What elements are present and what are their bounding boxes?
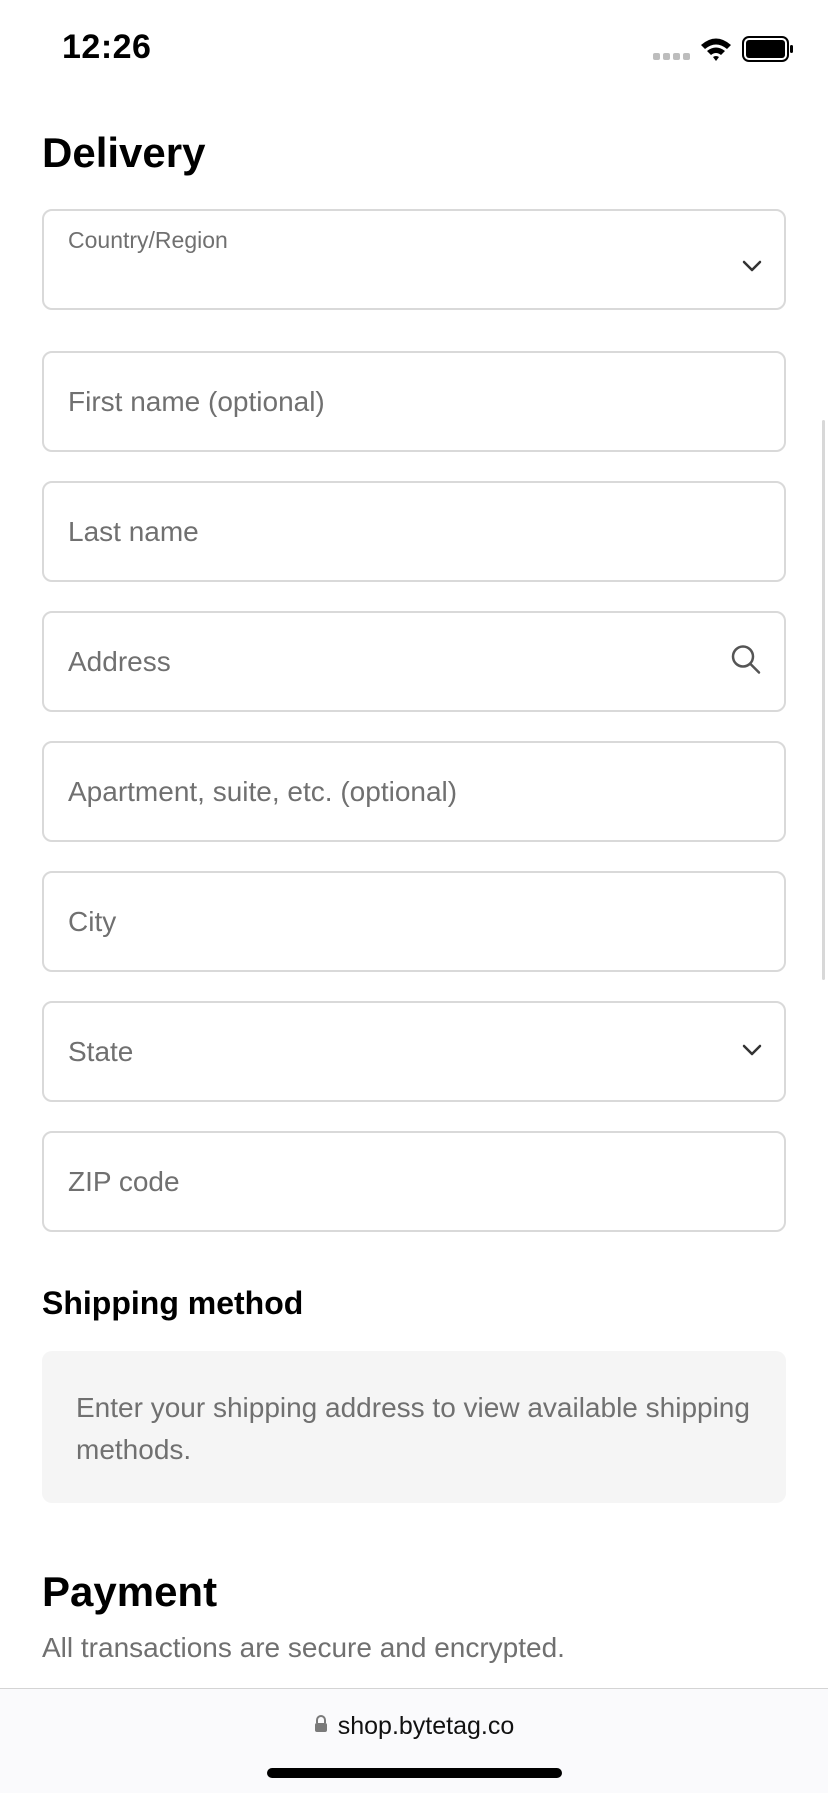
zip-code-field[interactable]: ZIP code: [42, 1131, 786, 1232]
address-placeholder: Address: [68, 645, 171, 677]
first-name-placeholder: First name (optional): [68, 385, 325, 417]
chevron-down-icon: [742, 1043, 762, 1061]
battery-icon: [742, 36, 794, 67]
chevron-down-icon: [742, 259, 762, 277]
state-placeholder: State: [68, 1035, 134, 1067]
city-field[interactable]: City: [42, 871, 786, 972]
cellular-signal-icon: [653, 53, 690, 60]
scroll-indicator[interactable]: [822, 420, 825, 980]
city-placeholder: City: [68, 905, 117, 937]
shipping-notice: Enter your shipping address to view avai…: [42, 1351, 786, 1503]
wifi-icon: [699, 36, 733, 67]
browser-bottom-bar: shop.bytetag.co: [0, 1688, 828, 1793]
search-icon[interactable]: [730, 643, 762, 680]
apartment-field[interactable]: Apartment, suite, etc. (optional): [42, 741, 786, 842]
payment-title: Payment: [42, 1568, 218, 1615]
apartment-placeholder: Apartment, suite, etc. (optional): [68, 775, 458, 807]
country-region-label: Country/Region: [68, 227, 228, 253]
zip-code-placeholder: ZIP code: [68, 1165, 180, 1197]
last-name-placeholder: Last name: [68, 515, 199, 547]
delivery-title: Delivery: [42, 129, 206, 176]
shipping-method-title: Shipping method: [42, 1285, 304, 1321]
status-bar: 12:26: [0, 0, 828, 100]
status-time: 12:26: [62, 28, 152, 66]
home-indicator[interactable]: [267, 1768, 562, 1778]
state-select[interactable]: State: [42, 1001, 786, 1102]
address-field[interactable]: Address: [42, 611, 786, 712]
last-name-field[interactable]: Last name: [42, 481, 786, 582]
lock-icon: [314, 1715, 328, 1738]
url-bar[interactable]: shop.bytetag.co: [0, 1712, 828, 1741]
country-region-select[interactable]: Country/Region: [42, 209, 786, 310]
payment-subtitle: All transactions are secure and encrypte…: [42, 1632, 565, 1663]
first-name-field[interactable]: First name (optional): [42, 351, 786, 452]
url-text: shop.bytetag.co: [337, 1712, 515, 1740]
